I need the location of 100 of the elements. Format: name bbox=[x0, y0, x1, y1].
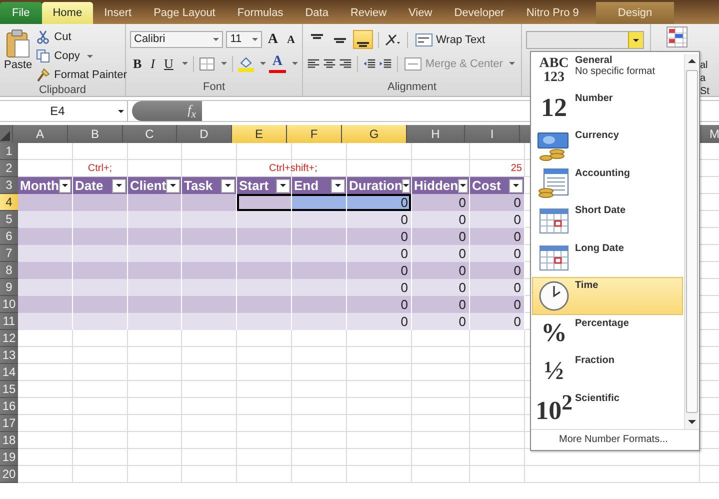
row-header[interactable]: 19 bbox=[0, 449, 18, 466]
row-header[interactable]: 15 bbox=[0, 381, 18, 398]
caret-icon bbox=[335, 184, 341, 187]
font-style-button[interactable]: U bbox=[161, 54, 176, 72]
column-title: Client bbox=[130, 178, 166, 193]
paste-button[interactable]: Paste bbox=[4, 27, 32, 83]
font-style-button[interactable]: I bbox=[148, 54, 158, 72]
ribbon-tab[interactable]: Home bbox=[42, 2, 94, 24]
row-header[interactable]: 6 bbox=[0, 228, 18, 245]
ribbon-tab[interactable]: Design bbox=[596, 2, 674, 24]
row-header[interactable]: 1 bbox=[0, 143, 18, 160]
scroll-up-icon[interactable] bbox=[688, 59, 696, 63]
filter-dropdown-button[interactable] bbox=[402, 178, 410, 192]
text-align-icon[interactable] bbox=[338, 56, 352, 70]
format-option[interactable]: Accounting bbox=[532, 164, 683, 202]
filter-dropdown-button[interactable] bbox=[221, 178, 235, 192]
column-header[interactable]: F bbox=[287, 125, 342, 143]
format-name: Long Date bbox=[575, 242, 624, 254]
format-option[interactable]: Time bbox=[532, 277, 683, 314]
column-header[interactable]: H bbox=[407, 125, 465, 143]
row-header[interactable]: 16 bbox=[0, 398, 18, 415]
format-option[interactable]: ½ Fraction bbox=[532, 352, 683, 390]
sheet-cell bbox=[470, 449, 525, 466]
more-formats-link[interactable]: More Number Formats... bbox=[559, 434, 668, 445]
row-header[interactable]: 17 bbox=[0, 415, 18, 432]
clipboard-command[interactable]: Cut bbox=[36, 29, 127, 45]
text-align-icon[interactable] bbox=[307, 56, 320, 70]
ribbon-tab[interactable]: Review bbox=[339, 2, 398, 24]
row-header[interactable]: 20 bbox=[0, 466, 18, 483]
wrap-text-button[interactable]: Wrap Text bbox=[413, 32, 488, 46]
text-align-icon[interactable] bbox=[322, 56, 336, 70]
row-header[interactable]: 8 bbox=[0, 262, 18, 279]
column-header[interactable]: B bbox=[68, 125, 123, 143]
table-cell: 0 bbox=[470, 194, 525, 211]
font-size-field[interactable]: 11 bbox=[226, 31, 262, 48]
name-box[interactable]: E4 bbox=[0, 101, 128, 121]
row-header[interactable]: 2 bbox=[0, 160, 18, 177]
insert-function-button[interactable]: f$_{x}$ bbox=[188, 102, 196, 120]
column-header[interactable]: D bbox=[177, 125, 232, 143]
row-header[interactable]: 4 bbox=[0, 194, 18, 211]
ribbon-tab[interactable]: File bbox=[0, 2, 42, 24]
orientation-icon[interactable] bbox=[384, 32, 402, 46]
row-header[interactable]: 3 bbox=[0, 177, 18, 194]
format-option[interactable]: Short Date bbox=[532, 202, 683, 240]
ribbon-tab[interactable]: Developer bbox=[443, 2, 516, 24]
row-header[interactable]: 9 bbox=[0, 279, 18, 296]
vertical-align-button[interactable] bbox=[353, 30, 373, 49]
sheet-cell bbox=[128, 330, 182, 347]
font-style-button[interactable]: B bbox=[130, 54, 145, 72]
filter-dropdown-button[interactable] bbox=[166, 178, 180, 192]
ribbon-tab[interactable]: Data bbox=[294, 2, 340, 24]
ribbon-tab[interactable]: Nitro Pro 9 bbox=[515, 2, 590, 24]
styles-label: al bbox=[700, 60, 709, 71]
row-header[interactable]: 5 bbox=[0, 211, 18, 228]
indent-icon[interactable] bbox=[362, 56, 376, 70]
scrollbar[interactable] bbox=[684, 54, 698, 429]
ribbon-tab[interactable]: Formulas bbox=[226, 2, 294, 24]
borders-icon[interactable] bbox=[199, 56, 216, 70]
column-header[interactable]: E bbox=[232, 125, 287, 143]
row-header[interactable]: 13 bbox=[0, 347, 18, 364]
table-cell: 0 bbox=[347, 228, 412, 245]
scroll-thumb[interactable] bbox=[686, 70, 698, 413]
number-format-field[interactable] bbox=[526, 31, 644, 49]
column-header[interactable]: A bbox=[13, 125, 68, 143]
caret-icon bbox=[513, 184, 519, 187]
row-header[interactable]: 12 bbox=[0, 330, 18, 347]
row-header[interactable]: 10 bbox=[0, 296, 18, 313]
indent-icon[interactable] bbox=[378, 56, 392, 70]
filter-dropdown-button[interactable] bbox=[458, 178, 468, 192]
filter-dropdown-button[interactable] bbox=[58, 178, 71, 192]
dropdown-arrow-button[interactable] bbox=[628, 32, 643, 48]
column-header[interactable]: G bbox=[342, 125, 407, 143]
font-color-button[interactable]: A bbox=[269, 54, 286, 72]
column-header[interactable]: I bbox=[465, 125, 520, 143]
filter-dropdown-button[interactable] bbox=[509, 178, 523, 192]
font-family-field[interactable]: Calibri bbox=[130, 31, 224, 48]
format-option[interactable]: 12 Number bbox=[532, 90, 683, 127]
filter-dropdown-button[interactable] bbox=[112, 178, 126, 192]
filter-dropdown-button[interactable] bbox=[276, 178, 290, 192]
format-option[interactable]: Long Date bbox=[532, 240, 683, 277]
filter-dropdown-button[interactable] bbox=[331, 178, 345, 192]
column-header[interactable]: C bbox=[123, 125, 177, 143]
grow-font-button[interactable]: A bbox=[264, 30, 282, 48]
scroll-down-icon[interactable] bbox=[688, 420, 696, 424]
ribbon-tab[interactable]: View bbox=[398, 2, 444, 24]
row-header[interactable]: 14 bbox=[0, 364, 18, 381]
shrink-font-button[interactable]: A bbox=[284, 30, 298, 48]
ribbon-tab[interactable]: Insert bbox=[93, 2, 143, 24]
ribbon-tab[interactable]: Page Layout bbox=[142, 2, 226, 24]
sheet-cell bbox=[347, 449, 412, 466]
format-option[interactable]: Currency bbox=[532, 127, 683, 164]
format-option[interactable]: % Percentage bbox=[532, 314, 683, 352]
row-header[interactable]: 11 bbox=[0, 313, 18, 330]
clipboard-command[interactable]: Copy bbox=[36, 48, 127, 64]
row-header[interactable]: 7 bbox=[0, 245, 18, 262]
fill-color-icon[interactable] bbox=[238, 56, 254, 72]
clipboard-command[interactable]: Format Painter bbox=[36, 67, 127, 83]
styles-label: St bbox=[700, 86, 710, 97]
caret-icon bbox=[118, 110, 124, 112]
row-header[interactable]: 18 bbox=[0, 432, 18, 449]
